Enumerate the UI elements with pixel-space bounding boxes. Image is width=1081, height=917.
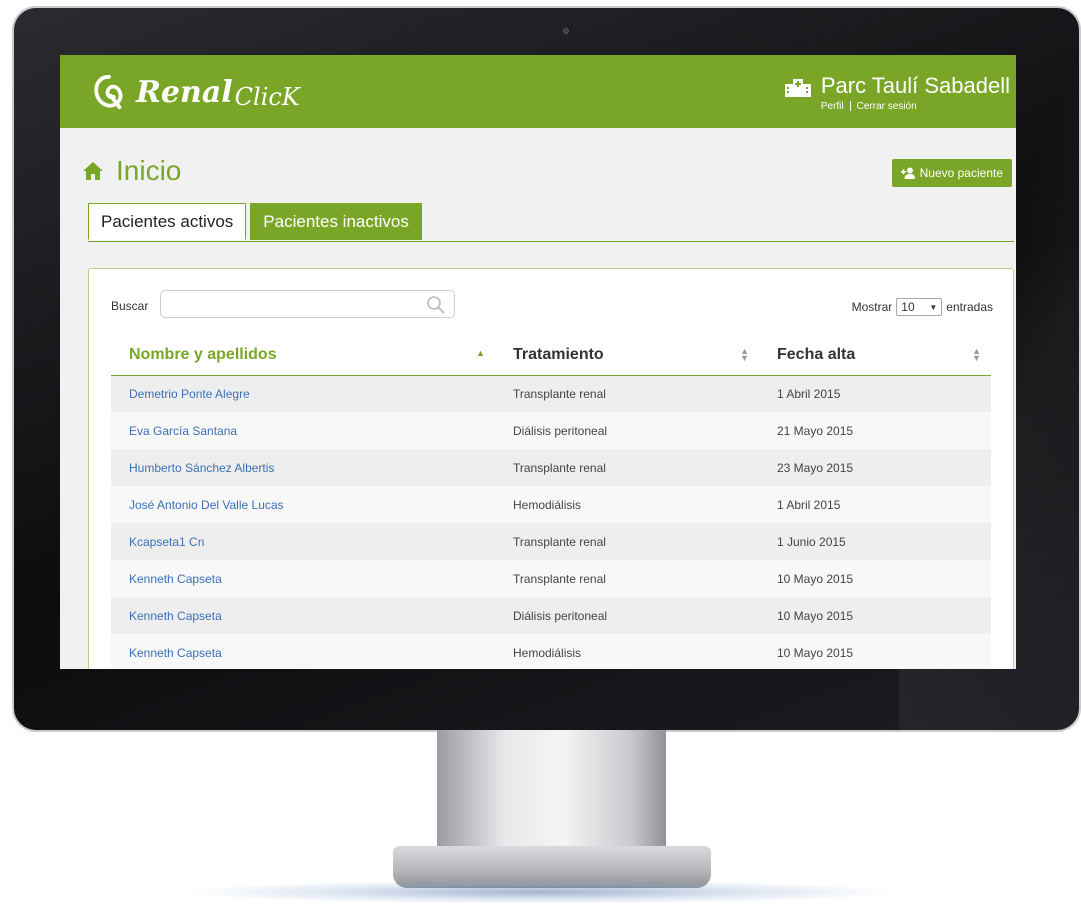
date-cell: 10 Mayo 2015	[759, 597, 991, 634]
search-icon	[427, 296, 445, 314]
sort-icon: ▲ ▼	[972, 346, 981, 363]
monitor-stand	[437, 730, 666, 850]
search-label: Buscar	[111, 299, 149, 313]
show-label: Mostrar	[851, 300, 893, 314]
organization: Parc Taulí Sabadell Perfil Cerrar sesión	[784, 73, 1010, 112]
patients-table: Nombre y apellidos ▲ Tratamiento ▲ ▼ Fech…	[111, 335, 991, 669]
date-cell: 1 Abril 2015	[759, 375, 991, 412]
treatment-cell: Diálisis peritoneal	[495, 412, 759, 449]
column-header-date-label: Fecha alta	[777, 345, 856, 363]
page-title: Inicio	[82, 155, 181, 187]
webcam	[563, 28, 569, 34]
column-header-name-label: Nombre y apellidos	[129, 345, 277, 363]
link-divider	[849, 101, 851, 112]
treatment-cell: Hemodiálisis	[495, 634, 759, 669]
sort-icon: ▲ ▼	[740, 346, 749, 363]
patient-name-link[interactable]: Humberto Sánchez Albertis	[111, 449, 495, 486]
add-user-icon	[900, 167, 915, 179]
table-row: Demetrio Ponte Alegre Transplante renal …	[111, 375, 991, 412]
logo-text-click: ClicK	[234, 83, 300, 111]
treatment-cell: Transplante renal	[495, 560, 759, 597]
sort-ascending-icon: ▲	[476, 348, 485, 358]
patient-name-link[interactable]: Demetrio Ponte Alegre	[111, 375, 495, 412]
page-size-control: Mostrar 10 ▼ entradas	[852, 298, 993, 316]
patient-name-link[interactable]: Kenneth Capseta	[111, 634, 495, 669]
hospital-icon	[784, 79, 811, 97]
patient-tabs: Pacientes activos Pacientes inactivos	[88, 203, 426, 240]
app-screen: Renal ClicK Parc Taulí Sabadell Perfil Ce…	[60, 55, 1016, 669]
table-row: Kenneth Capseta Diálisis peritoneal 10 M…	[111, 597, 991, 634]
logout-link[interactable]: Cerrar sesión	[857, 101, 917, 112]
entries-label: entradas	[946, 300, 993, 314]
app-header: Renal ClicK Parc Taulí Sabadell Perfil Ce…	[60, 55, 1016, 128]
date-cell: 1 Abril 2015	[759, 486, 991, 523]
patient-name-link[interactable]: Eva García Santana	[111, 412, 495, 449]
tab-inactive-patients[interactable]: Pacientes inactivos	[250, 203, 422, 240]
patient-name-link[interactable]: Kenneth Capseta	[111, 560, 495, 597]
date-cell: 1 Junio 2015	[759, 523, 991, 560]
profile-link[interactable]: Perfil	[821, 101, 844, 112]
table-row: Humberto Sánchez Albertis Transplante re…	[111, 449, 991, 486]
tab-active-patients[interactable]: Pacientes activos	[88, 203, 247, 240]
table-row: José Antonio Del Valle Lucas Hemodiálisi…	[111, 486, 991, 523]
table-header-row: Nombre y apellidos ▲ Tratamiento ▲ ▼ Fech…	[111, 335, 991, 376]
date-cell: 23 Mayo 2015	[759, 449, 991, 486]
table-row: Kcapseta1 Cn Transplante renal 1 Junio 2…	[111, 523, 991, 560]
treatment-cell: Diálisis peritoneal	[495, 597, 759, 634]
patients-panel: Buscar Mostrar 10 ▼ entradas Nombre y ap…	[88, 268, 1014, 669]
patient-name-link[interactable]: José Antonio Del Valle Lucas	[111, 486, 495, 523]
column-header-date[interactable]: Fecha alta ▲ ▼	[759, 335, 991, 376]
floor-shadow	[190, 880, 890, 904]
page-size-select[interactable]: 10 ▼	[896, 298, 943, 316]
logo-mark-icon	[94, 74, 123, 110]
column-header-treatment[interactable]: Tratamiento ▲ ▼	[495, 335, 759, 376]
treatment-cell: Transplante renal	[495, 523, 759, 560]
tab-divider	[88, 241, 1014, 242]
column-header-treatment-label: Tratamiento	[513, 345, 604, 363]
treatment-cell: Transplante renal	[495, 449, 759, 486]
treatment-cell: Transplante renal	[495, 375, 759, 412]
search-input[interactable]	[160, 290, 455, 318]
date-cell: 21 Mayo 2015	[759, 412, 991, 449]
chevron-down-icon: ▼	[929, 302, 938, 312]
new-patient-button[interactable]: Nuevo paciente	[891, 159, 1012, 187]
table-row: Eva García Santana Diálisis peritoneal 2…	[111, 412, 991, 449]
table-row: Kenneth Capseta Hemodiálisis 10 Mayo 201…	[111, 634, 991, 669]
column-header-name[interactable]: Nombre y apellidos ▲	[111, 335, 495, 376]
treatment-cell: Hemodiálisis	[495, 486, 759, 523]
page-title-text: Inicio	[116, 155, 182, 186]
patient-name-link[interactable]: Kenneth Capseta	[111, 597, 495, 634]
logo[interactable]: Renal ClicK	[90, 67, 300, 117]
patient-name-link[interactable]: Kcapseta1 Cn	[111, 523, 495, 560]
date-cell: 10 Mayo 2015	[759, 560, 991, 597]
new-patient-label: Nuevo paciente	[919, 166, 1003, 180]
user-links: Perfil Cerrar sesión	[821, 101, 1010, 112]
date-cell: 10 Mayo 2015	[759, 634, 991, 669]
logo-text: Renal	[136, 74, 233, 110]
organization-name: Parc Taulí Sabadell	[820, 73, 1010, 98]
table-row: Kenneth Capseta Transplante renal 10 May…	[111, 560, 991, 597]
page-size-value: 10	[901, 300, 915, 314]
home-icon	[83, 162, 103, 180]
